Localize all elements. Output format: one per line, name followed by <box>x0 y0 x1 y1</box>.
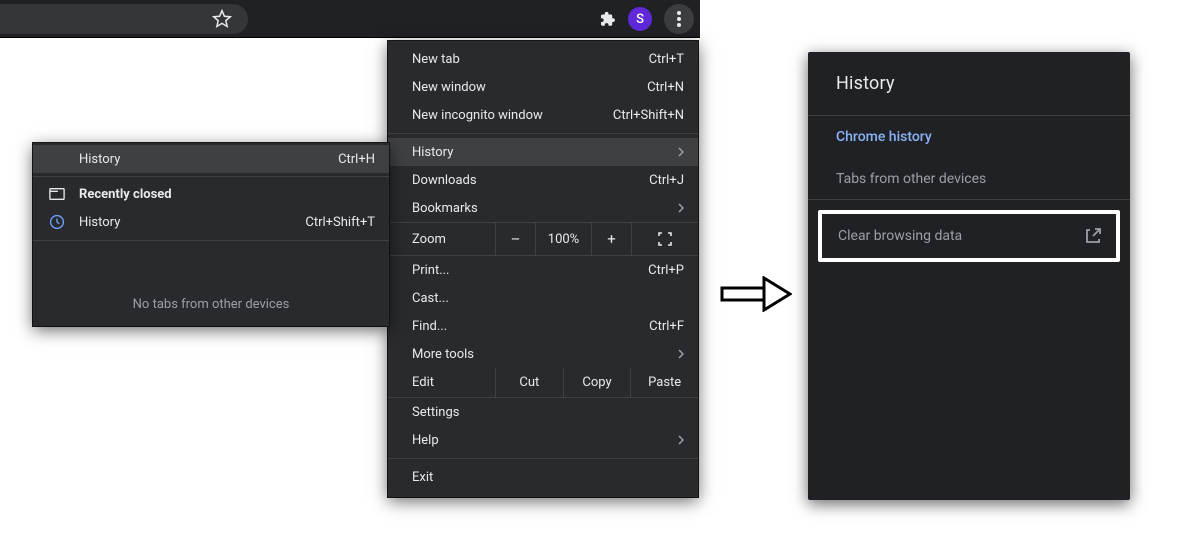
submenu-label: History <box>79 215 293 230</box>
edit-cut-button[interactable]: Cut <box>496 368 564 397</box>
avatar-initial: S <box>636 12 644 27</box>
side-panel-title-text: History <box>836 73 895 94</box>
menu-separator <box>388 458 698 459</box>
menu-item-exit[interactable]: Exit <box>388 463 698 491</box>
omnibox[interactable] <box>0 4 248 34</box>
submenu-footer-text: No tabs from other devices <box>133 297 290 312</box>
fullscreen-button[interactable] <box>632 232 698 246</box>
menu-label: Exit <box>412 470 684 485</box>
menu-item-more-tools[interactable]: More tools <box>388 340 698 368</box>
tab-icon <box>49 186 65 202</box>
side-item-label: Chrome history <box>836 129 932 145</box>
menu-label: New window <box>412 80 647 95</box>
menu-label: More tools <box>412 347 678 362</box>
menu-item-bookmarks[interactable]: Bookmarks <box>388 194 698 222</box>
submenu-label: History <box>79 152 326 167</box>
menu-item-downloads[interactable]: Downloads Ctrl+J <box>388 166 698 194</box>
chevron-right-icon <box>678 147 684 157</box>
side-panel-title: History <box>808 52 1130 116</box>
submenu-shortcut: Ctrl+Shift+T <box>305 215 375 230</box>
clear-browsing-data-label: Clear browsing data <box>838 228 962 244</box>
menu-item-find[interactable]: Find... Ctrl+F <box>388 312 698 340</box>
zoom-label: Zoom <box>388 223 496 255</box>
side-item-label: Tabs from other devices <box>836 171 986 187</box>
menu-label: Print... <box>412 263 648 278</box>
menu-label: Find... <box>412 319 649 334</box>
extensions-icon[interactable] <box>598 10 616 28</box>
menu-item-new-incognito[interactable]: New incognito window Ctrl+Shift+N <box>388 101 698 129</box>
submenu-item-restore-history[interactable]: History Ctrl+Shift+T <box>33 208 389 236</box>
menu-shortcut: Ctrl+Shift+N <box>613 108 684 123</box>
menu-shortcut: Ctrl+T <box>649 52 684 67</box>
history-side-panel: History Chrome history Tabs from other d… <box>808 52 1130 500</box>
menu-label: Cast... <box>412 291 684 306</box>
menu-shortcut: Ctrl+P <box>648 263 684 278</box>
history-clock-icon <box>49 214 65 230</box>
menu-label: New incognito window <box>412 108 613 123</box>
browser-toolbar: S <box>0 0 700 38</box>
submenu-shortcut: Ctrl+H <box>338 152 375 167</box>
menu-label: Downloads <box>412 173 649 188</box>
menu-label: New tab <box>412 52 649 67</box>
fullscreen-icon <box>658 232 672 246</box>
menu-shortcut: Ctrl+J <box>649 173 684 188</box>
profile-avatar[interactable]: S <box>628 7 652 31</box>
chevron-right-icon <box>678 203 684 213</box>
chrome-menu: New tab Ctrl+T New window Ctrl+N New inc… <box>388 41 698 497</box>
side-item-chrome-history[interactable]: Chrome history <box>808 116 1130 158</box>
kebab-icon <box>677 11 681 27</box>
arrow-icon <box>720 276 792 312</box>
chevron-right-icon <box>678 435 684 445</box>
menu-item-settings[interactable]: Settings <box>388 398 698 426</box>
menu-kebab-button[interactable] <box>664 4 694 34</box>
edit-paste-button[interactable]: Paste <box>631 368 698 397</box>
clear-browsing-data-button[interactable]: Clear browsing data <box>818 210 1120 262</box>
menu-item-new-window[interactable]: New window Ctrl+N <box>388 73 698 101</box>
edit-copy-button[interactable]: Copy <box>564 368 632 397</box>
zoom-out-button[interactable]: – <box>496 223 536 255</box>
menu-item-new-tab[interactable]: New tab Ctrl+T <box>388 45 698 73</box>
menu-label: Bookmarks <box>412 201 678 216</box>
menu-item-help[interactable]: Help <box>388 426 698 454</box>
edit-label: Edit <box>388 368 496 397</box>
zoom-percentage: 100% <box>536 223 592 255</box>
chevron-right-icon <box>678 349 684 359</box>
menu-label: Settings <box>412 405 684 420</box>
menu-item-history[interactable]: History <box>388 138 698 166</box>
open-in-new-icon <box>1084 227 1102 245</box>
menu-item-edit: Edit Cut Copy Paste <box>388 368 698 398</box>
menu-item-zoom: Zoom – 100% + <box>388 222 698 256</box>
side-item-other-devices[interactable]: Tabs from other devices <box>808 158 1130 200</box>
bookmark-star-icon[interactable] <box>212 9 232 29</box>
menu-label: Help <box>412 433 678 448</box>
submenu-item-history[interactable]: History Ctrl+H <box>33 145 389 173</box>
menu-shortcut: Ctrl+F <box>649 319 684 334</box>
submenu-heading-recently-closed: Recently closed <box>33 180 389 208</box>
history-submenu: History Ctrl+H Recently closed History C… <box>33 143 389 326</box>
submenu-separator <box>33 176 389 177</box>
zoom-in-button[interactable]: + <box>592 223 632 255</box>
submenu-heading-text: Recently closed <box>79 187 172 202</box>
menu-separator <box>388 133 698 134</box>
menu-item-print[interactable]: Print... Ctrl+P <box>388 256 698 284</box>
menu-label: History <box>412 145 678 160</box>
submenu-footer: No tabs from other devices <box>33 240 389 324</box>
menu-item-cast[interactable]: Cast... <box>388 284 698 312</box>
menu-shortcut: Ctrl+N <box>647 80 684 95</box>
